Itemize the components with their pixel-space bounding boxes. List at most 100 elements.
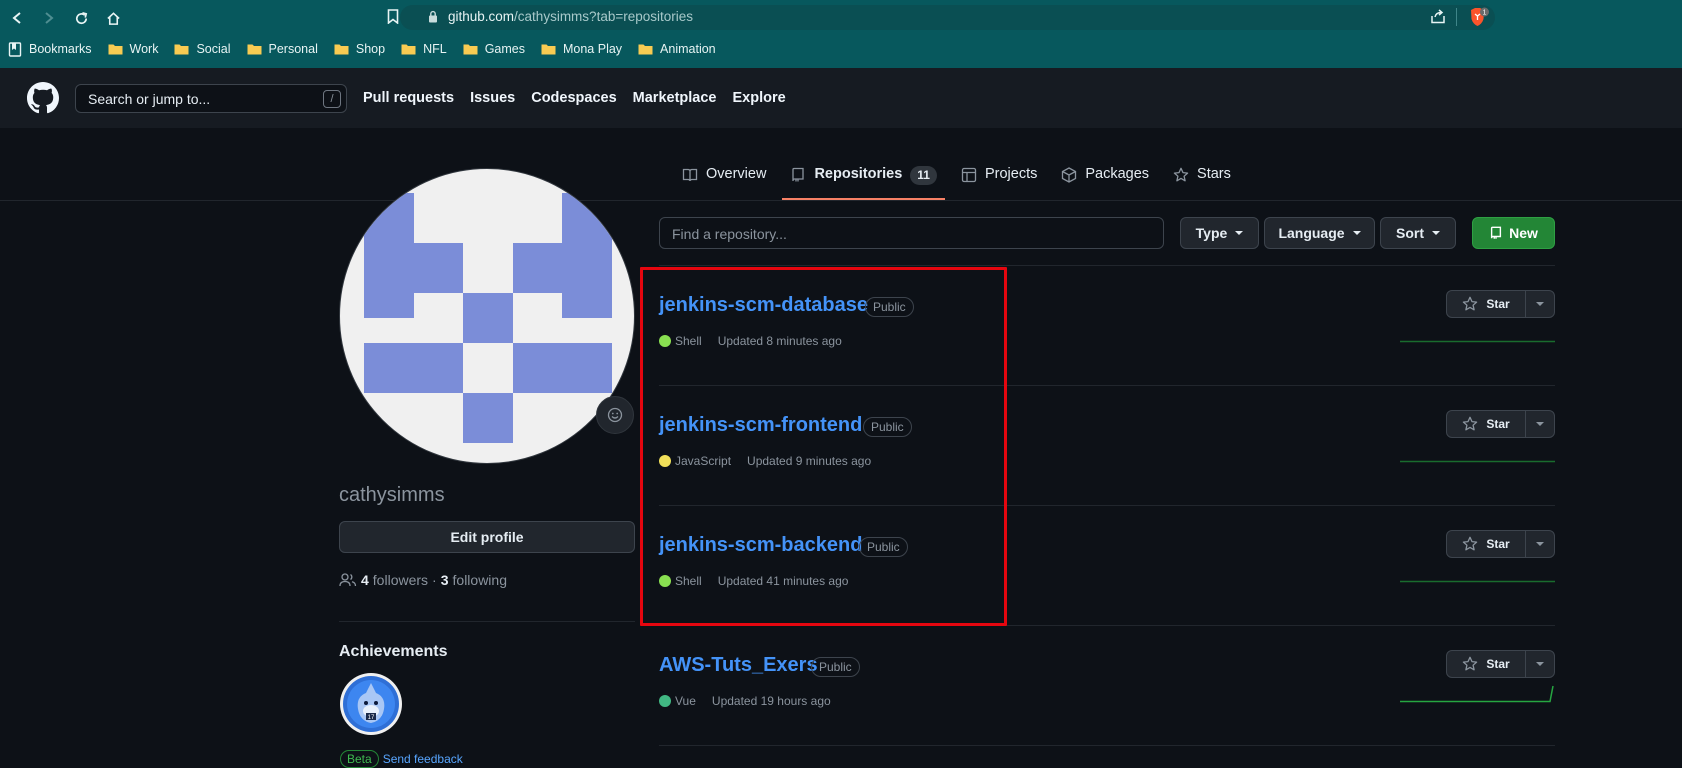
brave-lion-icon: 1 (1471, 7, 1489, 26)
star-button[interactable]: Star (1447, 411, 1526, 437)
folder-icon (174, 44, 189, 55)
folder-icon (541, 44, 556, 55)
followers-count: 4 (361, 572, 369, 588)
bookmark-folder-mona-play[interactable]: Mona Play (541, 42, 622, 56)
nav-explore[interactable]: Explore (732, 90, 785, 106)
repo-icon (792, 167, 805, 182)
table-icon (961, 167, 977, 183)
bookmark-folder-personal[interactable]: Personal (247, 42, 318, 56)
nav-codespaces[interactable]: Codespaces (531, 90, 616, 106)
star-button[interactable]: Star (1447, 291, 1526, 317)
star-label: Star (1486, 417, 1510, 431)
people-icon (339, 573, 357, 587)
tab-label: Packages (1085, 166, 1150, 182)
brave-shields-button[interactable]: 1 (1468, 7, 1490, 27)
tab-stars[interactable]: Stars (1173, 166, 1231, 200)
repo-icon (1491, 226, 1502, 239)
star-list-dropdown[interactable] (1526, 291, 1554, 317)
tab-label: Projects (984, 166, 1038, 182)
bookmark-folder-nfl[interactable]: NFL (401, 42, 447, 56)
star-label: Star (1486, 537, 1510, 551)
tab-label: Stars (1197, 166, 1231, 182)
tab-label: Repositories (814, 166, 903, 182)
smiley-icon (607, 407, 623, 423)
repo-name-link[interactable]: AWS-Tuts_Exers (659, 654, 818, 677)
achievements-beta-row: Beta Send feedback (340, 750, 463, 768)
following-count: 3 (440, 572, 449, 588)
star-label: Star (1486, 657, 1510, 671)
star-button[interactable]: Star (1447, 531, 1526, 557)
profile-avatar[interactable] (339, 168, 635, 464)
tab-repositories[interactable]: Repositories 11 (782, 166, 945, 200)
toolbar-divider (1456, 8, 1457, 26)
home-button[interactable] (102, 7, 124, 29)
bookmark-folder-social[interactable]: Social (174, 42, 231, 56)
star-label: Star (1486, 297, 1510, 311)
tab-projects[interactable]: Projects (961, 166, 1037, 200)
star-list-dropdown[interactable] (1526, 531, 1554, 557)
tab-packages[interactable]: Packages (1061, 166, 1149, 200)
activity-sparkline (1400, 460, 1555, 463)
nav-marketplace[interactable]: Marketplace (633, 90, 717, 106)
header-nav: Pull requests Issues Codespaces Marketpl… (363, 90, 802, 106)
set-status-button[interactable] (596, 396, 634, 434)
find-repository-input[interactable]: Find a repository... (659, 217, 1164, 249)
nav-issues[interactable]: Issues (470, 90, 515, 106)
star-icon (1173, 167, 1189, 182)
back-arrow-icon (12, 12, 21, 24)
tab-divider (0, 200, 1682, 201)
new-button-label: New (1509, 225, 1538, 241)
search-placeholder: Search or jump to... (88, 91, 211, 107)
bookmark-folder-animation[interactable]: Animation (638, 42, 716, 56)
achievement-badge[interactable]: 17 (340, 673, 402, 735)
followers-link[interactable]: 4 followers (361, 572, 428, 588)
beta-badge: Beta (340, 750, 379, 768)
url-path: /cathysimms?tab=repositories (514, 9, 693, 24)
star-list-dropdown[interactable] (1526, 651, 1554, 677)
language-filter-dropdown[interactable]: Language (1264, 217, 1375, 249)
send-feedback-link[interactable]: Send feedback (383, 752, 463, 766)
identicon-image (364, 193, 612, 443)
activity-sparkline (1400, 685, 1554, 703)
address-url[interactable]: github.com/cathysimms?tab=repositories (448, 9, 693, 24)
bookmark-folder-games[interactable]: Games (463, 42, 525, 56)
sidebar-divider (339, 621, 635, 622)
folder-icon (108, 44, 123, 55)
visibility-badge: Public (811, 657, 860, 677)
bookmark-bookmarks[interactable]: Bookmarks (8, 41, 92, 57)
back-button[interactable] (6, 7, 28, 29)
bookmark-label: Bookmarks (29, 42, 92, 56)
caret-down-icon (1235, 231, 1244, 235)
star-icon (1463, 296, 1478, 311)
bookmarks-manager-icon (8, 41, 22, 57)
tab-overview[interactable]: Overview (682, 166, 766, 200)
star-list-dropdown[interactable] (1526, 411, 1554, 437)
star-icon (1463, 536, 1478, 551)
star-button-group: Star (1446, 650, 1555, 678)
bookmark-label: NFL (423, 42, 447, 56)
sort-dropdown[interactable]: Sort (1380, 217, 1456, 249)
follow-separator: · (432, 572, 437, 588)
global-search-input[interactable]: Search or jump to... / (75, 84, 347, 113)
caret-down-icon (1536, 662, 1544, 666)
achievements-title[interactable]: Achievements (339, 643, 448, 661)
reload-icon (75, 11, 87, 24)
nav-pull-requests[interactable]: Pull requests (363, 90, 454, 106)
bookmark-folder-shop[interactable]: Shop (334, 42, 385, 56)
type-filter-dropdown[interactable]: Type (1180, 217, 1259, 249)
bookmark-page-icon[interactable] (387, 9, 399, 24)
edit-profile-button[interactable]: Edit profile (339, 521, 635, 553)
reload-button[interactable] (70, 7, 92, 29)
new-repository-button[interactable]: New (1472, 217, 1555, 249)
share-icon[interactable] (1430, 9, 1446, 24)
activity-sparkline (1400, 340, 1555, 343)
bookmark-label: Work (129, 42, 159, 56)
bookmark-folder-work[interactable]: Work (108, 42, 159, 56)
caret-down-icon (1536, 542, 1544, 546)
github-logo-icon[interactable] (27, 82, 59, 114)
lock-icon[interactable] (428, 10, 438, 23)
following-link[interactable]: 3 following (441, 572, 507, 588)
caret-down-icon (1536, 422, 1544, 426)
star-button[interactable]: Star (1447, 651, 1526, 677)
forward-button[interactable] (38, 7, 60, 29)
